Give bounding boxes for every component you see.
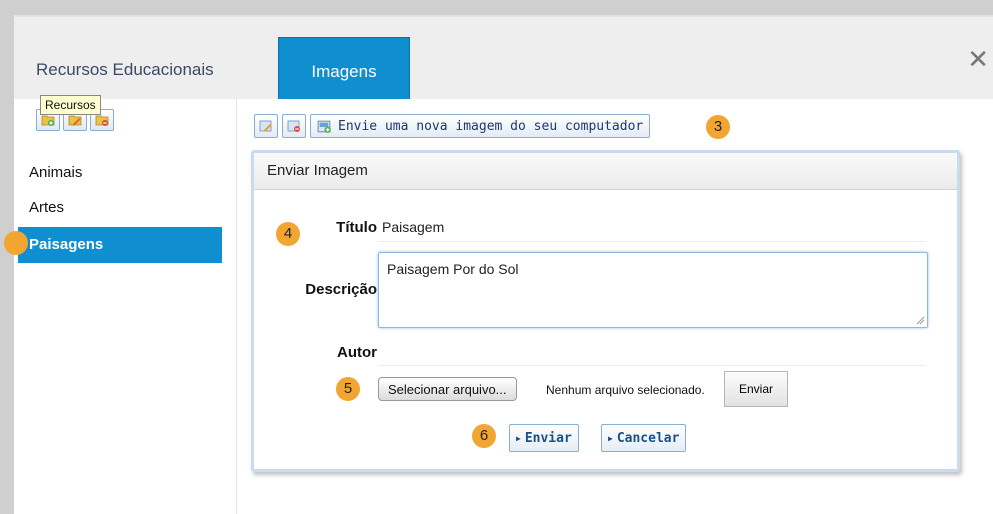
tooltip: Recursos	[40, 95, 101, 115]
delete-image-icon[interactable]	[282, 114, 306, 138]
submit-button[interactable]: ▶ Enviar	[509, 424, 579, 452]
window: Recursos Educacionais Imagens ✕ Recursos…	[4, 15, 993, 514]
tab-recursos-educacionais[interactable]: Recursos Educacionais	[36, 59, 214, 99]
arrow-right-icon: ▶	[516, 433, 521, 443]
sidebar-item-animais[interactable]: Animais	[18, 155, 222, 191]
step-badge	[4, 231, 28, 255]
sidebar-item-artes[interactable]: Artes	[18, 190, 222, 226]
description-field[interactable]: Paisagem Por do Sol	[378, 252, 928, 328]
arrow-right-icon: ▶	[608, 433, 613, 443]
edit-image-icon[interactable]	[254, 114, 278, 138]
select-file-button[interactable]: Selecionar arquivo...	[378, 377, 517, 401]
title-field[interactable]: Paisagem	[378, 216, 926, 242]
close-icon[interactable]: ✕	[967, 45, 989, 75]
tab-imagens[interactable]: Imagens	[278, 37, 410, 99]
sidebar-item-paisagens[interactable]: Paisagens	[18, 227, 222, 263]
cancel-label: Cancelar	[616, 430, 680, 446]
step-badge-6: 6	[472, 424, 496, 448]
upload-panel: Enviar Imagem Título Paisagem Descrição …	[251, 150, 960, 472]
author-field[interactable]	[378, 340, 926, 366]
file-status: Nenhum arquivo selecionado.	[546, 383, 705, 397]
image-toolbar: Envie uma nova imagem do seu computador	[254, 114, 651, 138]
upload-image-icon	[317, 120, 331, 133]
cancel-button[interactable]: ▶ Cancelar	[601, 424, 687, 452]
author-label: Autor	[337, 344, 377, 361]
tab-bar: Recursos Educacionais Imagens ✕	[14, 17, 993, 99]
upload-image-label: Envie uma nova imagem do seu computador	[338, 118, 644, 134]
resize-handle-icon[interactable]	[915, 315, 925, 325]
description-label: Descrição	[305, 281, 377, 298]
description-text: Paisagem Por do Sol	[387, 261, 519, 277]
upload-file-button[interactable]: Enviar	[724, 371, 788, 407]
step-badge-3: 3	[706, 115, 730, 139]
sidebar: Animais Artes Paisagens	[14, 99, 237, 514]
title-label: Título	[336, 219, 377, 236]
step-badge-5: 5	[336, 377, 360, 401]
panel-title: Enviar Imagem	[254, 153, 957, 190]
step-badge-4: 4	[276, 222, 300, 246]
upload-image-button[interactable]: Envie uma nova imagem do seu computador	[310, 114, 651, 138]
submit-label: Enviar	[524, 430, 572, 446]
